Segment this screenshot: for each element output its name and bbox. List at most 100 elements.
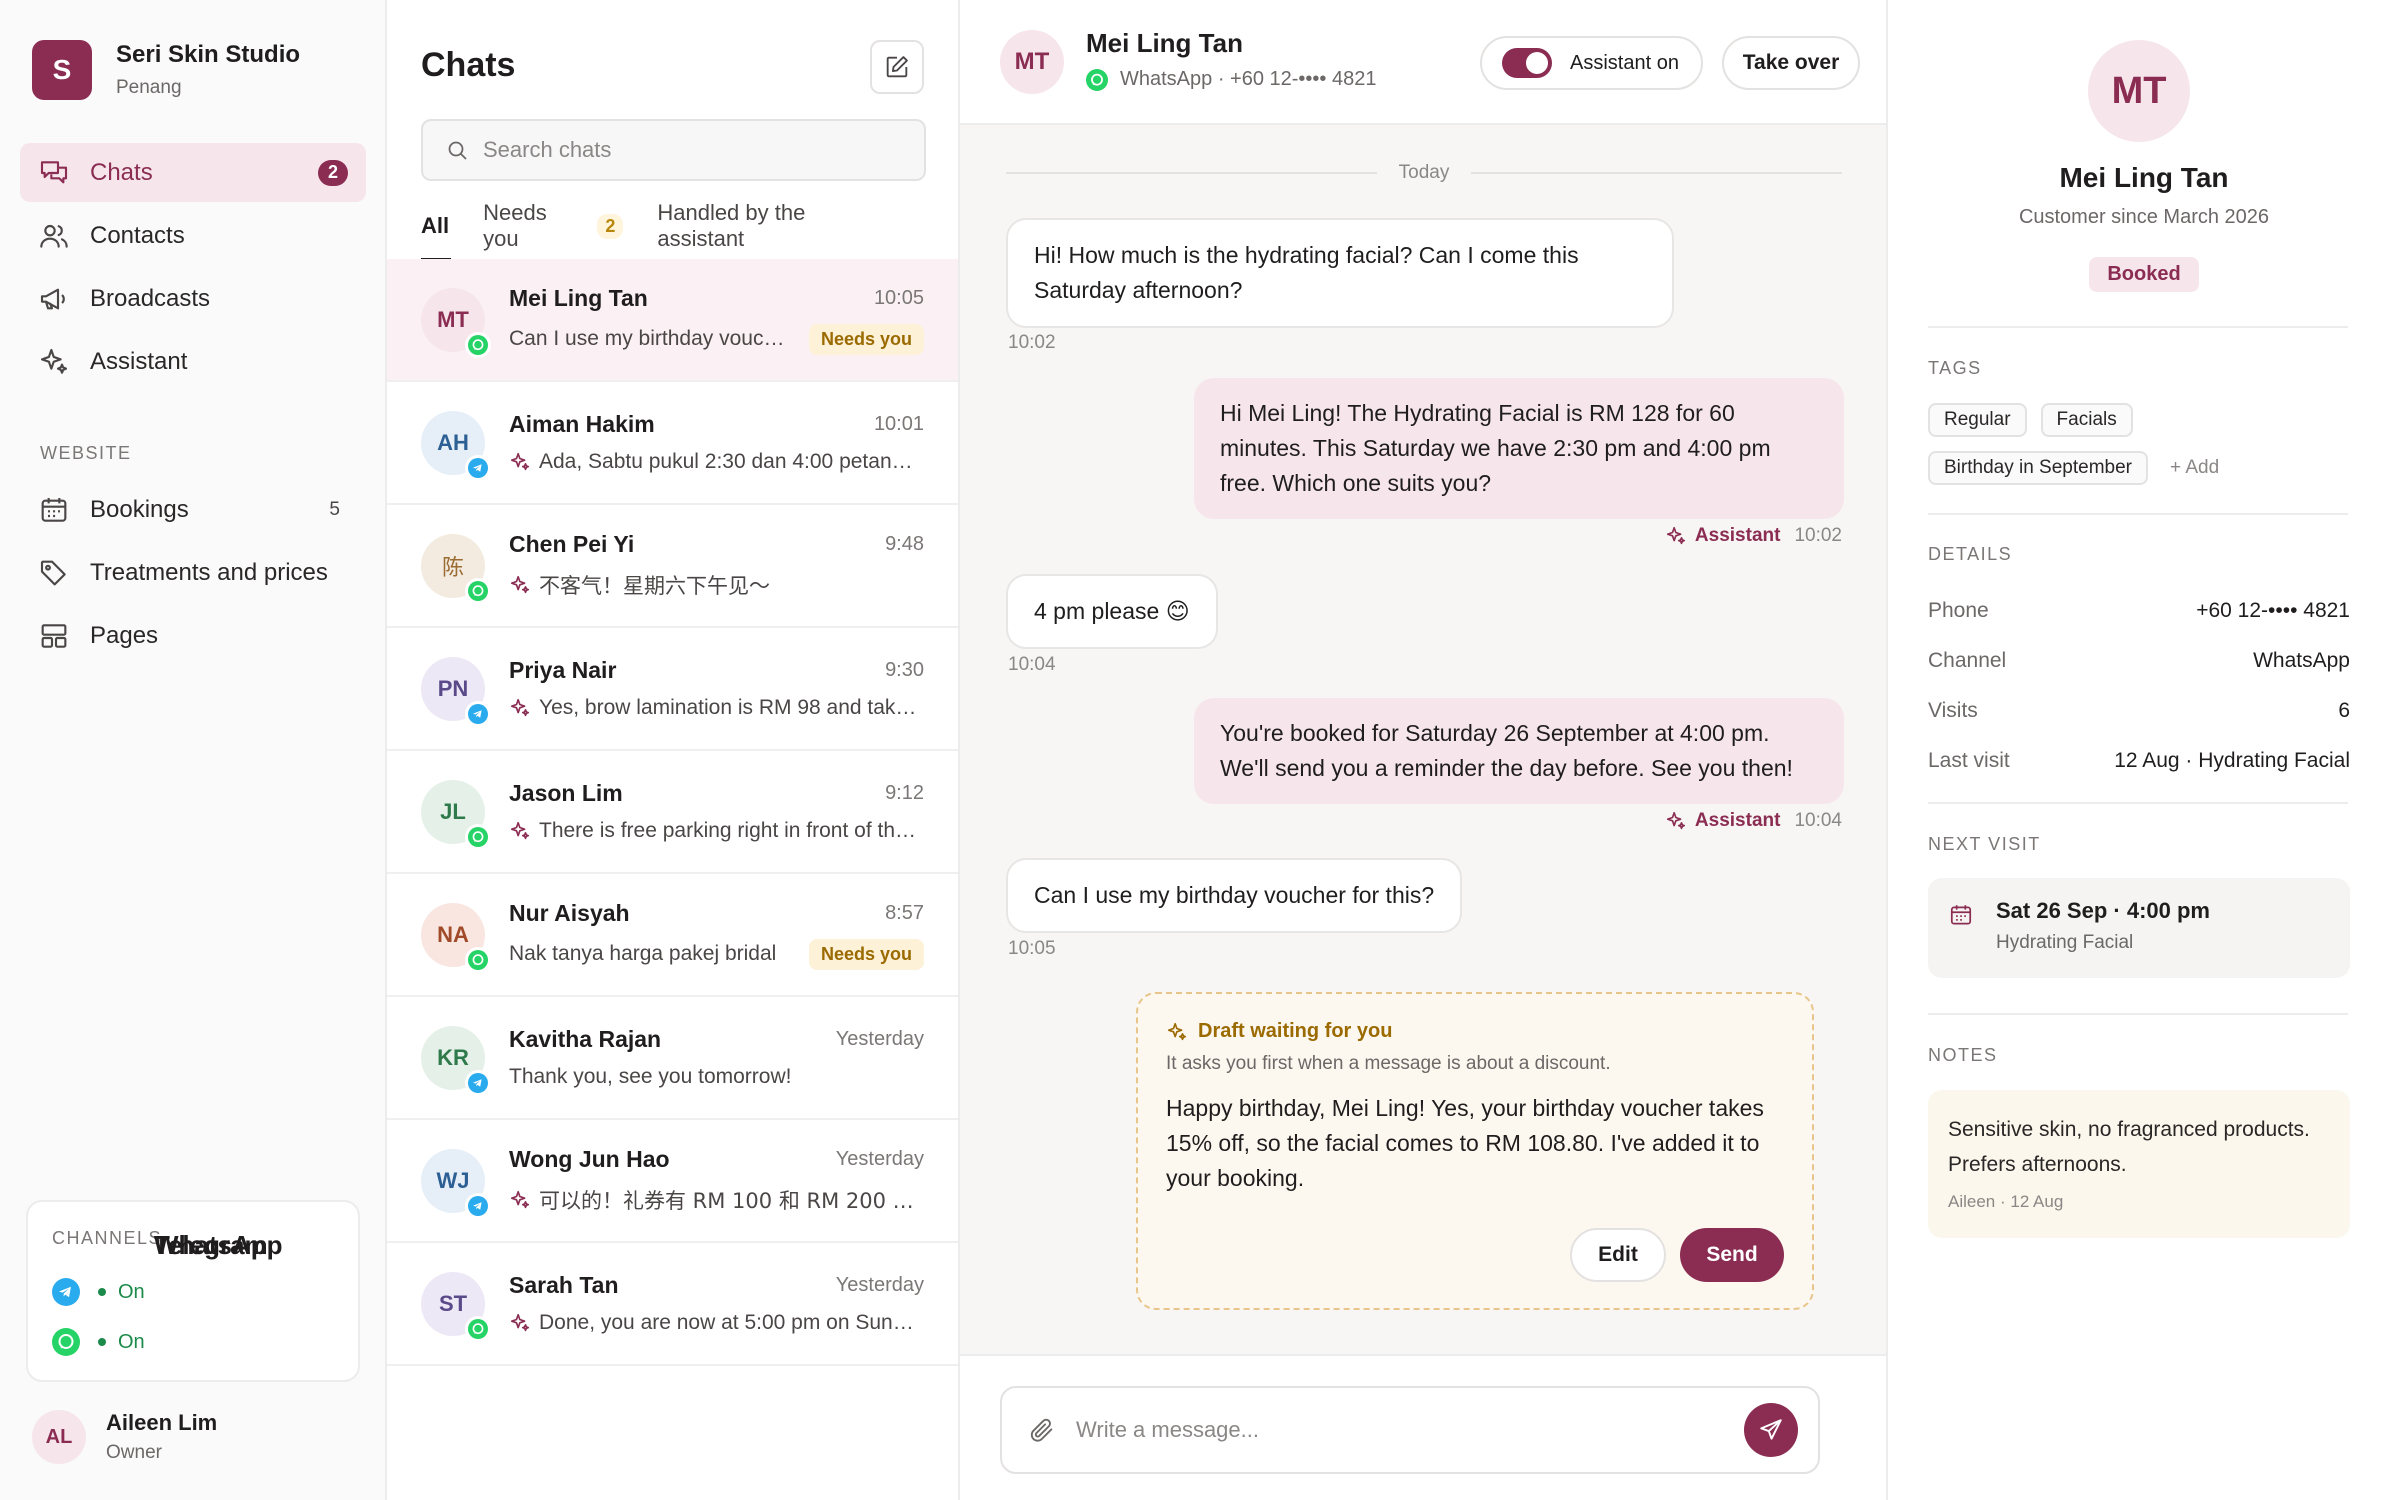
search-icon [445,138,469,162]
avatar: AH [421,410,491,481]
take-over-button[interactable]: Take over [1722,36,1860,90]
chat-list-item[interactable]: PN Priya Nair 9:30 Yes, brow lamination … [387,628,958,751]
bookings-count: 5 [329,498,340,520]
sidebar-item-pages[interactable]: Pages [20,606,366,665]
sparkle-icon [1665,810,1687,832]
sidebar-item-label: Broadcasts [90,284,211,312]
message-meta: Assistant 10:02 [1665,525,1842,547]
channel-telegram[interactable]: Telegram On [52,1230,334,1317]
edit-draft-button[interactable]: Edit [1570,1228,1666,1282]
calendar-icon [38,494,70,526]
status-badge: Booked [2089,257,2199,292]
chat-list-item[interactable]: JL Jason Lim 9:12 There is free parking … [387,751,958,874]
message-input[interactable]: Write a message... [1000,1386,1820,1474]
send-draft-button[interactable]: Send [1680,1228,1784,1282]
chat-time: Yesterday [835,1148,924,1170]
tag-list: Regular Facials Birthday in September + … [1928,403,2358,499]
channel-whatsapp[interactable]: WhatsApp On [52,1230,334,1367]
chat-bubbles-icon [38,157,70,189]
message-outgoing: Hi Mei Ling! The Hydrating Facial is RM … [1194,378,1844,519]
avatar: NA [421,902,491,973]
divider [1928,326,2348,328]
chat-time: 9:48 [885,533,924,555]
status-dot [98,1288,106,1296]
chat-list-item[interactable]: AH Aiman Hakim 10:01 Ada, Sabtu pukul 2:… [387,382,958,505]
needs-you-badge: Needs you [808,323,924,355]
send-button[interactable] [1744,1403,1798,1457]
brand[interactable]: S Seri Skin Studio Penang [32,40,300,100]
chat-preview: Nak tanya harga pakej bridal [509,942,777,965]
tag[interactable]: Birthday in September [1928,451,2148,485]
calendar-icon [1948,902,1974,928]
tag[interactable]: Facials [2040,403,2133,437]
user-name: Aileen Lim [106,1410,218,1435]
chat-list-item[interactable]: WJ Wong Jun Hao Yesterday 可以的！礼券有 RM 100… [387,1120,958,1243]
chat-name: Mei Ling Tan [509,284,648,311]
sidebar-item-label: Bookings [90,495,189,523]
sidebar-item-treatments[interactable]: Treatments and prices [20,543,366,602]
chat-name: Wong Jun Hao [509,1146,670,1172]
tab-all[interactable]: All [421,206,449,246]
chat-preview: There is free parking right in front of … [509,819,924,843]
next-visit-title: NEXT VISIT [1928,834,2041,854]
avatar: MT [2088,40,2190,142]
next-visit-card[interactable]: Sat 26 Sep · 4:00 pm Hydrating Facial [1928,878,2350,978]
tab-handled-by-assistant[interactable]: Handled by the assistant [657,200,890,251]
compose-icon [883,53,911,81]
new-chat-button[interactable] [870,40,924,94]
search-input[interactable]: Search chats [421,119,926,181]
sidebar-item-bookings[interactable]: Bookings 5 [20,480,366,539]
details-list: Phone +60 12-•••• 4821 Channel WhatsApp Vi… [1928,586,2350,786]
composer-area: Write a message... [960,1354,1886,1500]
chat-preview: Thank you, see you tomorrow! [509,1065,792,1088]
message-time: 10:04 [1008,654,1056,675]
add-tag-button[interactable]: + Add [2162,451,2227,499]
sidebar-item-label: Assistant [90,347,188,375]
avatar: PN [421,656,491,727]
divider [1928,513,2348,515]
channel-name: WhatsApp [154,1230,283,1260]
chat-list-item[interactable]: 陈 Chen Pei Yi 9:48 不客气！星期六下午见～ [387,505,958,628]
needs-you-badge: Needs you [808,938,924,970]
sidebar: S Seri Skin Studio Penang Chats 2 Contac… [0,0,387,1500]
app: S Seri Skin Studio Penang Chats 2 Contac… [0,0,2400,1500]
chat-list-panel: Chats Search chats All Needs you 2 Handle… [387,0,960,1500]
tag[interactable]: Regular [1928,403,2027,437]
assistant-toggle[interactable]: Assistant on [1480,36,1703,90]
brand-location: Penang [116,77,182,98]
tab-needs-you[interactable]: Needs you 2 [483,200,624,251]
tags-title: TAGS [1928,358,1982,378]
telegram-icon [465,1069,491,1096]
sidebar-item-contacts[interactable]: Contacts [20,206,366,265]
chat-time: 9:12 [885,782,924,804]
message-incoming: 4 pm please 😊 [1006,574,1218,649]
divider [1928,802,2348,804]
avatar: ST [421,1271,491,1342]
chat-list-item[interactable]: KR Kavitha Rajan Yesterday Thank you, se… [387,997,958,1120]
chat-time: 9:30 [885,659,924,681]
chat-time: Yesterday [835,1028,924,1050]
visit-datetime: Sat 26 Sep · 4:00 pm [1996,898,2210,923]
sidebar-item-chats[interactable]: Chats 2 [20,143,366,202]
user-role: Owner [106,1442,162,1463]
chat-preview: 不客气！星期六下午见～ [509,570,924,600]
sidebar-item-broadcasts[interactable]: Broadcasts [20,269,366,328]
megaphone-icon [38,283,70,315]
note-card[interactable]: Sensitive skin, no fragranced products. … [1928,1090,2350,1238]
whatsapp-icon [52,1328,80,1356]
whatsapp-icon [1086,68,1108,91]
sidebar-item-assistant[interactable]: Assistant [20,332,366,391]
chat-name: Priya Nair [509,657,617,683]
paperclip-icon[interactable] [1028,1416,1056,1444]
unread-badge: 2 [318,159,348,186]
chat-list-item[interactable]: MT Mei Ling Tan 10:05 Can I use my birth… [387,259,958,382]
users-icon [38,220,70,252]
avatar: JL [421,779,491,850]
chat-list-item[interactable]: NA Nur Aisyah 8:57 Nak tanya harga pakej… [387,874,958,997]
visit-treatment: Hydrating Facial [1996,932,2134,953]
whatsapp-icon [465,1315,491,1342]
chat-list-item[interactable]: ST Sarah Tan Yesterday Done, you are now… [387,1243,958,1366]
current-user[interactable]: AL Aileen Lim Owner [32,1410,217,1464]
message-placeholder: Write a message... [1076,1417,1259,1442]
whatsapp-icon [465,823,491,850]
